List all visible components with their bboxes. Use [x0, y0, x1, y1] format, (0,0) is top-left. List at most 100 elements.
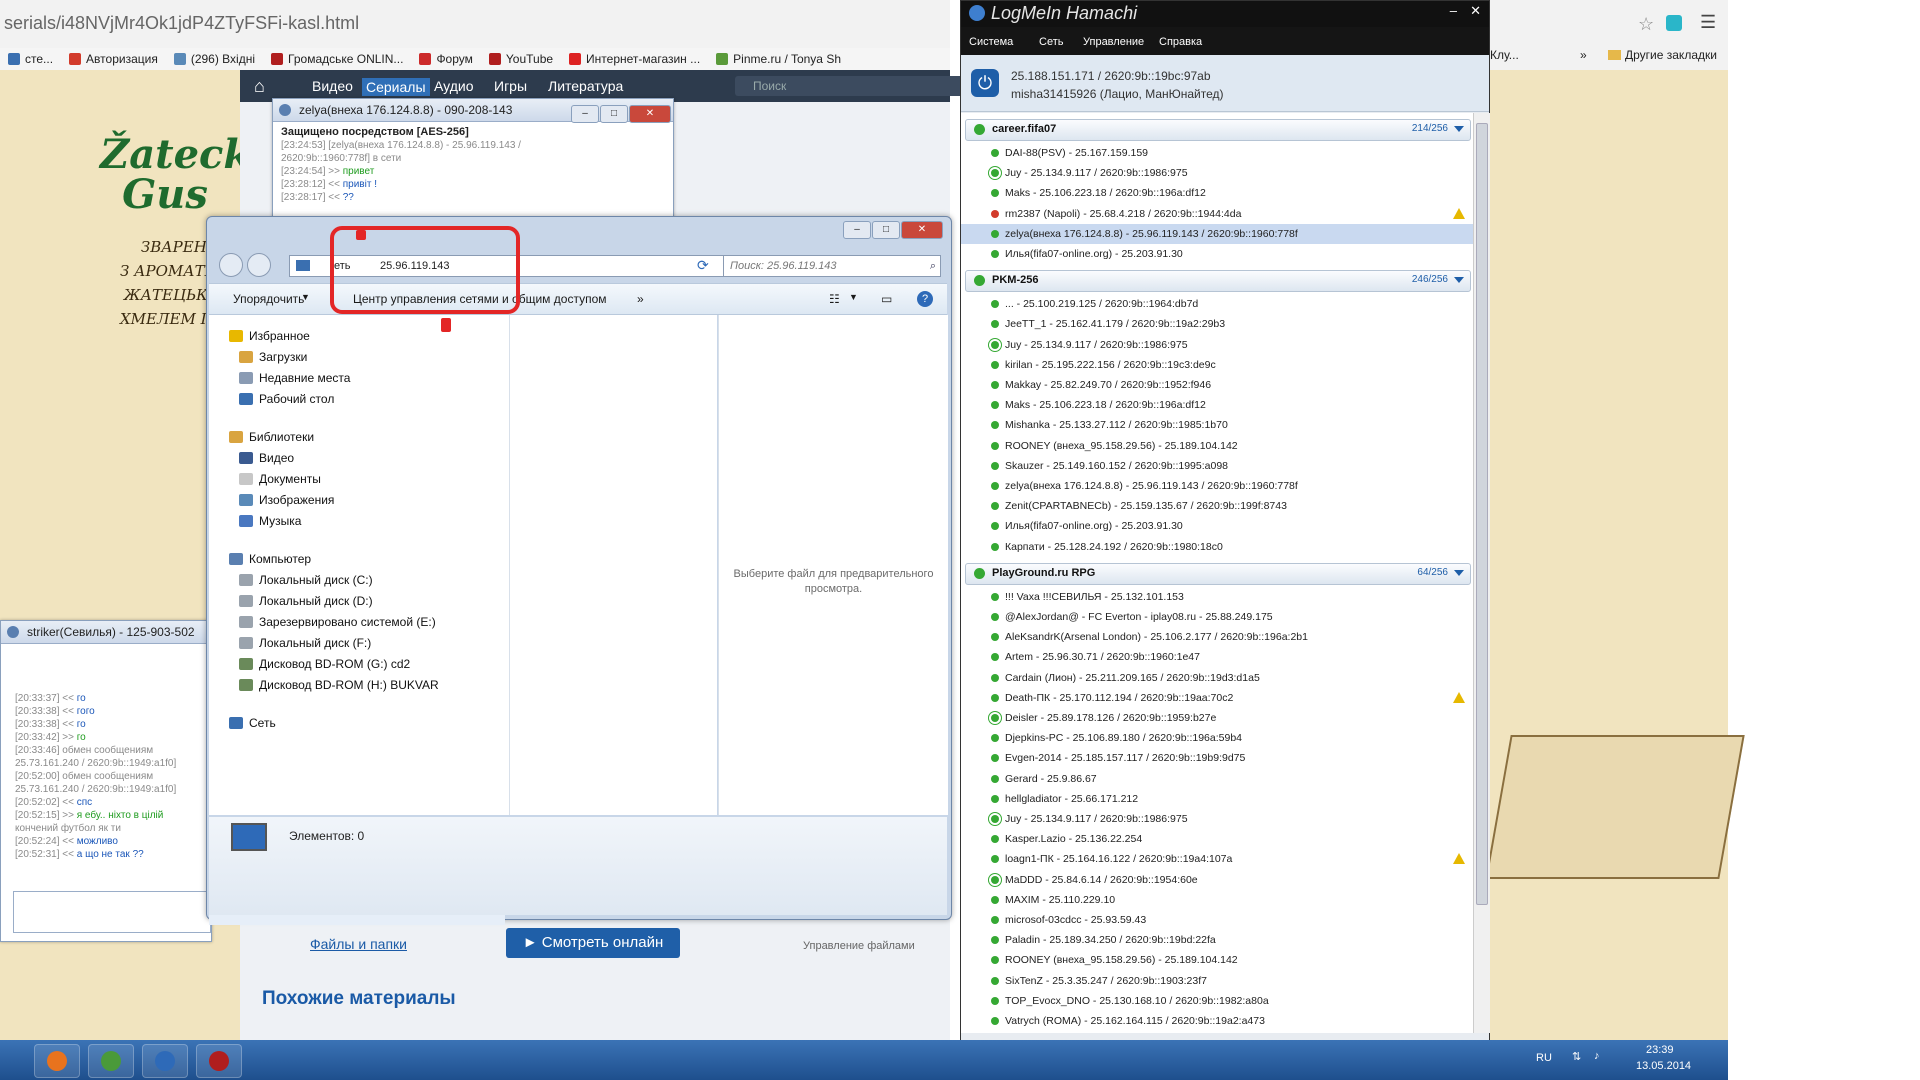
- bookmark-item[interactable]: Громадське ONLIN...: [271, 48, 403, 70]
- fifa07-icon[interactable]: [196, 1044, 242, 1078]
- tree-item[interactable]: Сеть: [229, 716, 276, 730]
- bookmark-item[interactable]: Авторизация: [69, 48, 158, 70]
- tree-item[interactable]: Видео: [239, 451, 294, 465]
- clock-date[interactable]: 13.05.2014: [1636, 1060, 1691, 1072]
- menu-icon[interactable]: ☰: [1700, 12, 1716, 33]
- forward-button[interactable]: [247, 253, 271, 277]
- tree-item[interactable]: Зарезервировано системой (E:): [239, 615, 436, 629]
- network-member[interactable]: !!! Vaxa !!!СЕВИЛЬЯ - 25.132.101.153: [961, 587, 1473, 607]
- bookmark-item[interactable]: YouTube: [488, 48, 553, 70]
- tree-item[interactable]: Компьютер: [229, 552, 311, 566]
- scrollbar[interactable]: [1473, 113, 1490, 1033]
- site-nav-item[interactable]: Литература: [548, 78, 623, 94]
- tree-item[interactable]: Локальный диск (F:): [239, 636, 371, 650]
- tree-item[interactable]: Локальный диск (C:): [239, 573, 373, 587]
- minimize-button[interactable]: –: [571, 105, 599, 123]
- chat-titlebar[interactable]: striker(Севилья) - 125-903-502: [1, 621, 211, 644]
- network-member[interactable]: loagn1-ПК - 25.164.16.122 / 2620:9b::19a…: [961, 849, 1473, 869]
- chevron-down-icon[interactable]: [1454, 126, 1464, 132]
- network-member[interactable]: ROONEY (внеха_95.158.29.56) - 25.189.104…: [961, 950, 1473, 970]
- network-member[interactable]: Death-ПК - 25.170.112.194 / 2620:9b::19a…: [961, 688, 1473, 708]
- tree-item[interactable]: Рабочий стол: [239, 392, 334, 406]
- chevron-down-icon[interactable]: [1454, 277, 1464, 284]
- network-member[interactable]: AleKsandrK(Arsenal London) - 25.106.2.17…: [961, 627, 1473, 647]
- site-search[interactable]: Поиск: [735, 76, 968, 96]
- tree-item[interactable]: Музыка: [239, 514, 301, 528]
- tree-item[interactable]: Дисковод BD-ROM (G:) cd2: [239, 657, 410, 671]
- tree-item[interactable]: Библиотеки: [229, 430, 314, 444]
- clock-time[interactable]: 23:39: [1646, 1044, 1674, 1056]
- network-member[interactable]: Илья(fifa07-online.org) - 25.203.91.30: [961, 244, 1473, 264]
- bookmark-item[interactable]: (296) Вхідні: [173, 48, 255, 70]
- search-field[interactable]: Поиск: 25.96.119.143 ⌕: [723, 255, 941, 277]
- bookmarks-more[interactable]: »: [1580, 48, 1587, 62]
- scroll-thumb[interactable]: [1476, 123, 1488, 905]
- files-folders-link[interactable]: Файлы и папки: [310, 936, 407, 952]
- network-header[interactable]: PKM-256 246/256: [965, 270, 1471, 293]
- network-member[interactable]: Skauzer - 25.149.160.152 / 2620:9b::1995…: [961, 456, 1473, 476]
- network-member[interactable]: Artem - 25.96.30.71 / 2620:9b::1960:1e47: [961, 647, 1473, 667]
- site-nav-item[interactable]: Игры: [494, 78, 527, 94]
- network-header[interactable]: PlayGround.ru RPG 64/256: [965, 562, 1471, 585]
- network-member[interactable]: Deisler - 25.89.178.126 / 2620:9b::1959:…: [961, 708, 1473, 728]
- back-button[interactable]: [219, 253, 243, 277]
- network-member[interactable]: Vatrych (ROMA) - 25.162.164.115 / 2620:9…: [961, 1011, 1473, 1031]
- tree-item[interactable]: Избранное: [229, 329, 310, 343]
- other-bookmarks[interactable]: Другие закладки: [1608, 48, 1717, 62]
- language-indicator[interactable]: RU: [1536, 1052, 1552, 1064]
- network-member[interactable]: kirilan - 25.195.222.156 / 2620:9b::19c3…: [961, 355, 1473, 375]
- url-text[interactable]: serials/i48NVjMr4Ok1jdP4ZTyFSFi-kasl.htm…: [4, 13, 359, 34]
- hamachi-window[interactable]: LogMeIn Hamachi – ✕ Система Сеть Управлени…: [960, 0, 1490, 1047]
- bookmark-club[interactable]: Клу...: [1490, 48, 1519, 62]
- site-nav-item[interactable]: Сериалы: [362, 78, 430, 96]
- watch-online-button[interactable]: ► Смотреть онлайн: [506, 928, 680, 958]
- network-member[interactable]: Maks - 25.106.223.18 / 2620:9b::196a:df1…: [961, 183, 1473, 203]
- network-member[interactable]: MaDDD - 25.84.6.14 / 2620:9b::1954:60e: [961, 870, 1473, 890]
- chevron-down-icon[interactable]: ▼: [301, 292, 310, 302]
- refresh-icon[interactable]: ⟳: [697, 257, 709, 274]
- tree-item[interactable]: Недавние места: [239, 371, 350, 385]
- network-member[interactable]: Gerard - 25.9.86.67: [961, 769, 1473, 789]
- maximize-button[interactable]: □: [872, 221, 900, 239]
- file-list[interactable]: [510, 315, 717, 815]
- help-icon[interactable]: ?: [917, 291, 933, 307]
- view-icon[interactable]: ☷: [829, 292, 840, 306]
- network-member[interactable]: Mishanka - 25.133.27.112 / 2620:9b::1985…: [961, 415, 1473, 435]
- network-member[interactable]: SixTenZ - 25.3.35.247 / 2620:9b::1903:23…: [961, 971, 1473, 991]
- network-member[interactable]: zelya(внеха 176.124.8.8) - 25.96.119.143…: [961, 223, 1473, 244]
- bookmark-item[interactable]: Pinme.ru / Tonya Sh: [716, 48, 841, 70]
- network-member[interactable]: Карпати - 25.128.24.192 / 2620:9b::1980:…: [961, 537, 1473, 557]
- network-member[interactable]: Evgen-2014 - 25.185.157.117 / 2620:9b::1…: [961, 748, 1473, 768]
- chat-input[interactable]: [13, 891, 211, 933]
- network-member[interactable]: Илья(fifa07-online.org) - 25.203.91.30: [961, 516, 1473, 536]
- chat-window-zelya[interactable]: zelya(внеха 176.124.8.8) - 090-208-143 –…: [272, 98, 674, 220]
- tree-item[interactable]: Дисковод BD-ROM (H:) BUKVAR: [239, 678, 439, 692]
- network-member[interactable]: Cardain (Лион) - 25.211.209.165 / 2620:9…: [961, 668, 1473, 688]
- bookmark-item[interactable]: Форум: [419, 48, 473, 70]
- minimize-button[interactable]: –: [843, 221, 871, 239]
- network-member[interactable]: MAXIM - 25.110.229.10: [961, 890, 1473, 910]
- hamachi-menu-item[interactable]: Система: [969, 36, 1013, 48]
- extension-icon[interactable]: [1666, 15, 1682, 31]
- network-member[interactable]: Maks - 25.106.223.18 / 2620:9b::196a:df1…: [961, 395, 1473, 415]
- maximize-button[interactable]: □: [600, 105, 628, 123]
- hamachi-menu-item[interactable]: Сеть: [1039, 36, 1063, 48]
- manage-files-link[interactable]: Управление файлами: [803, 940, 915, 952]
- chat-titlebar[interactable]: zelya(внеха 176.124.8.8) - 090-208-143 –…: [273, 99, 673, 123]
- site-nav-item[interactable]: Аудио: [434, 78, 474, 94]
- network-member[interactable]: Juy - 25.134.9.117 / 2620:9b::1986:975: [961, 163, 1473, 183]
- network-member[interactable]: Juy - 25.134.9.117 / 2620:9b::1986:975: [961, 335, 1473, 355]
- power-icon[interactable]: ⏻: [971, 69, 999, 97]
- network-header[interactable]: career.fifa07 214/256: [965, 119, 1471, 141]
- home-icon[interactable]: ⌂: [254, 76, 265, 97]
- minimize-button[interactable]: –: [1450, 3, 1457, 18]
- network-member[interactable]: microsof-03cdcc - 25.93.59.43: [961, 910, 1473, 930]
- more-button[interactable]: »: [637, 292, 644, 306]
- tree-item[interactable]: Локальный диск (D:): [239, 594, 373, 608]
- close-button[interactable]: ✕: [901, 221, 943, 239]
- network-member[interactable]: @AlexJordan@ - FC Everton - iplay08.ru -…: [961, 607, 1473, 627]
- network-tray-icon[interactable]: ⇅: [1572, 1050, 1581, 1063]
- organize-button[interactable]: Упорядочить: [233, 292, 304, 306]
- network-member[interactable]: Juy - 25.134.9.117 / 2620:9b::1986:975: [961, 809, 1473, 829]
- site-nav-item[interactable]: Видео: [312, 78, 353, 94]
